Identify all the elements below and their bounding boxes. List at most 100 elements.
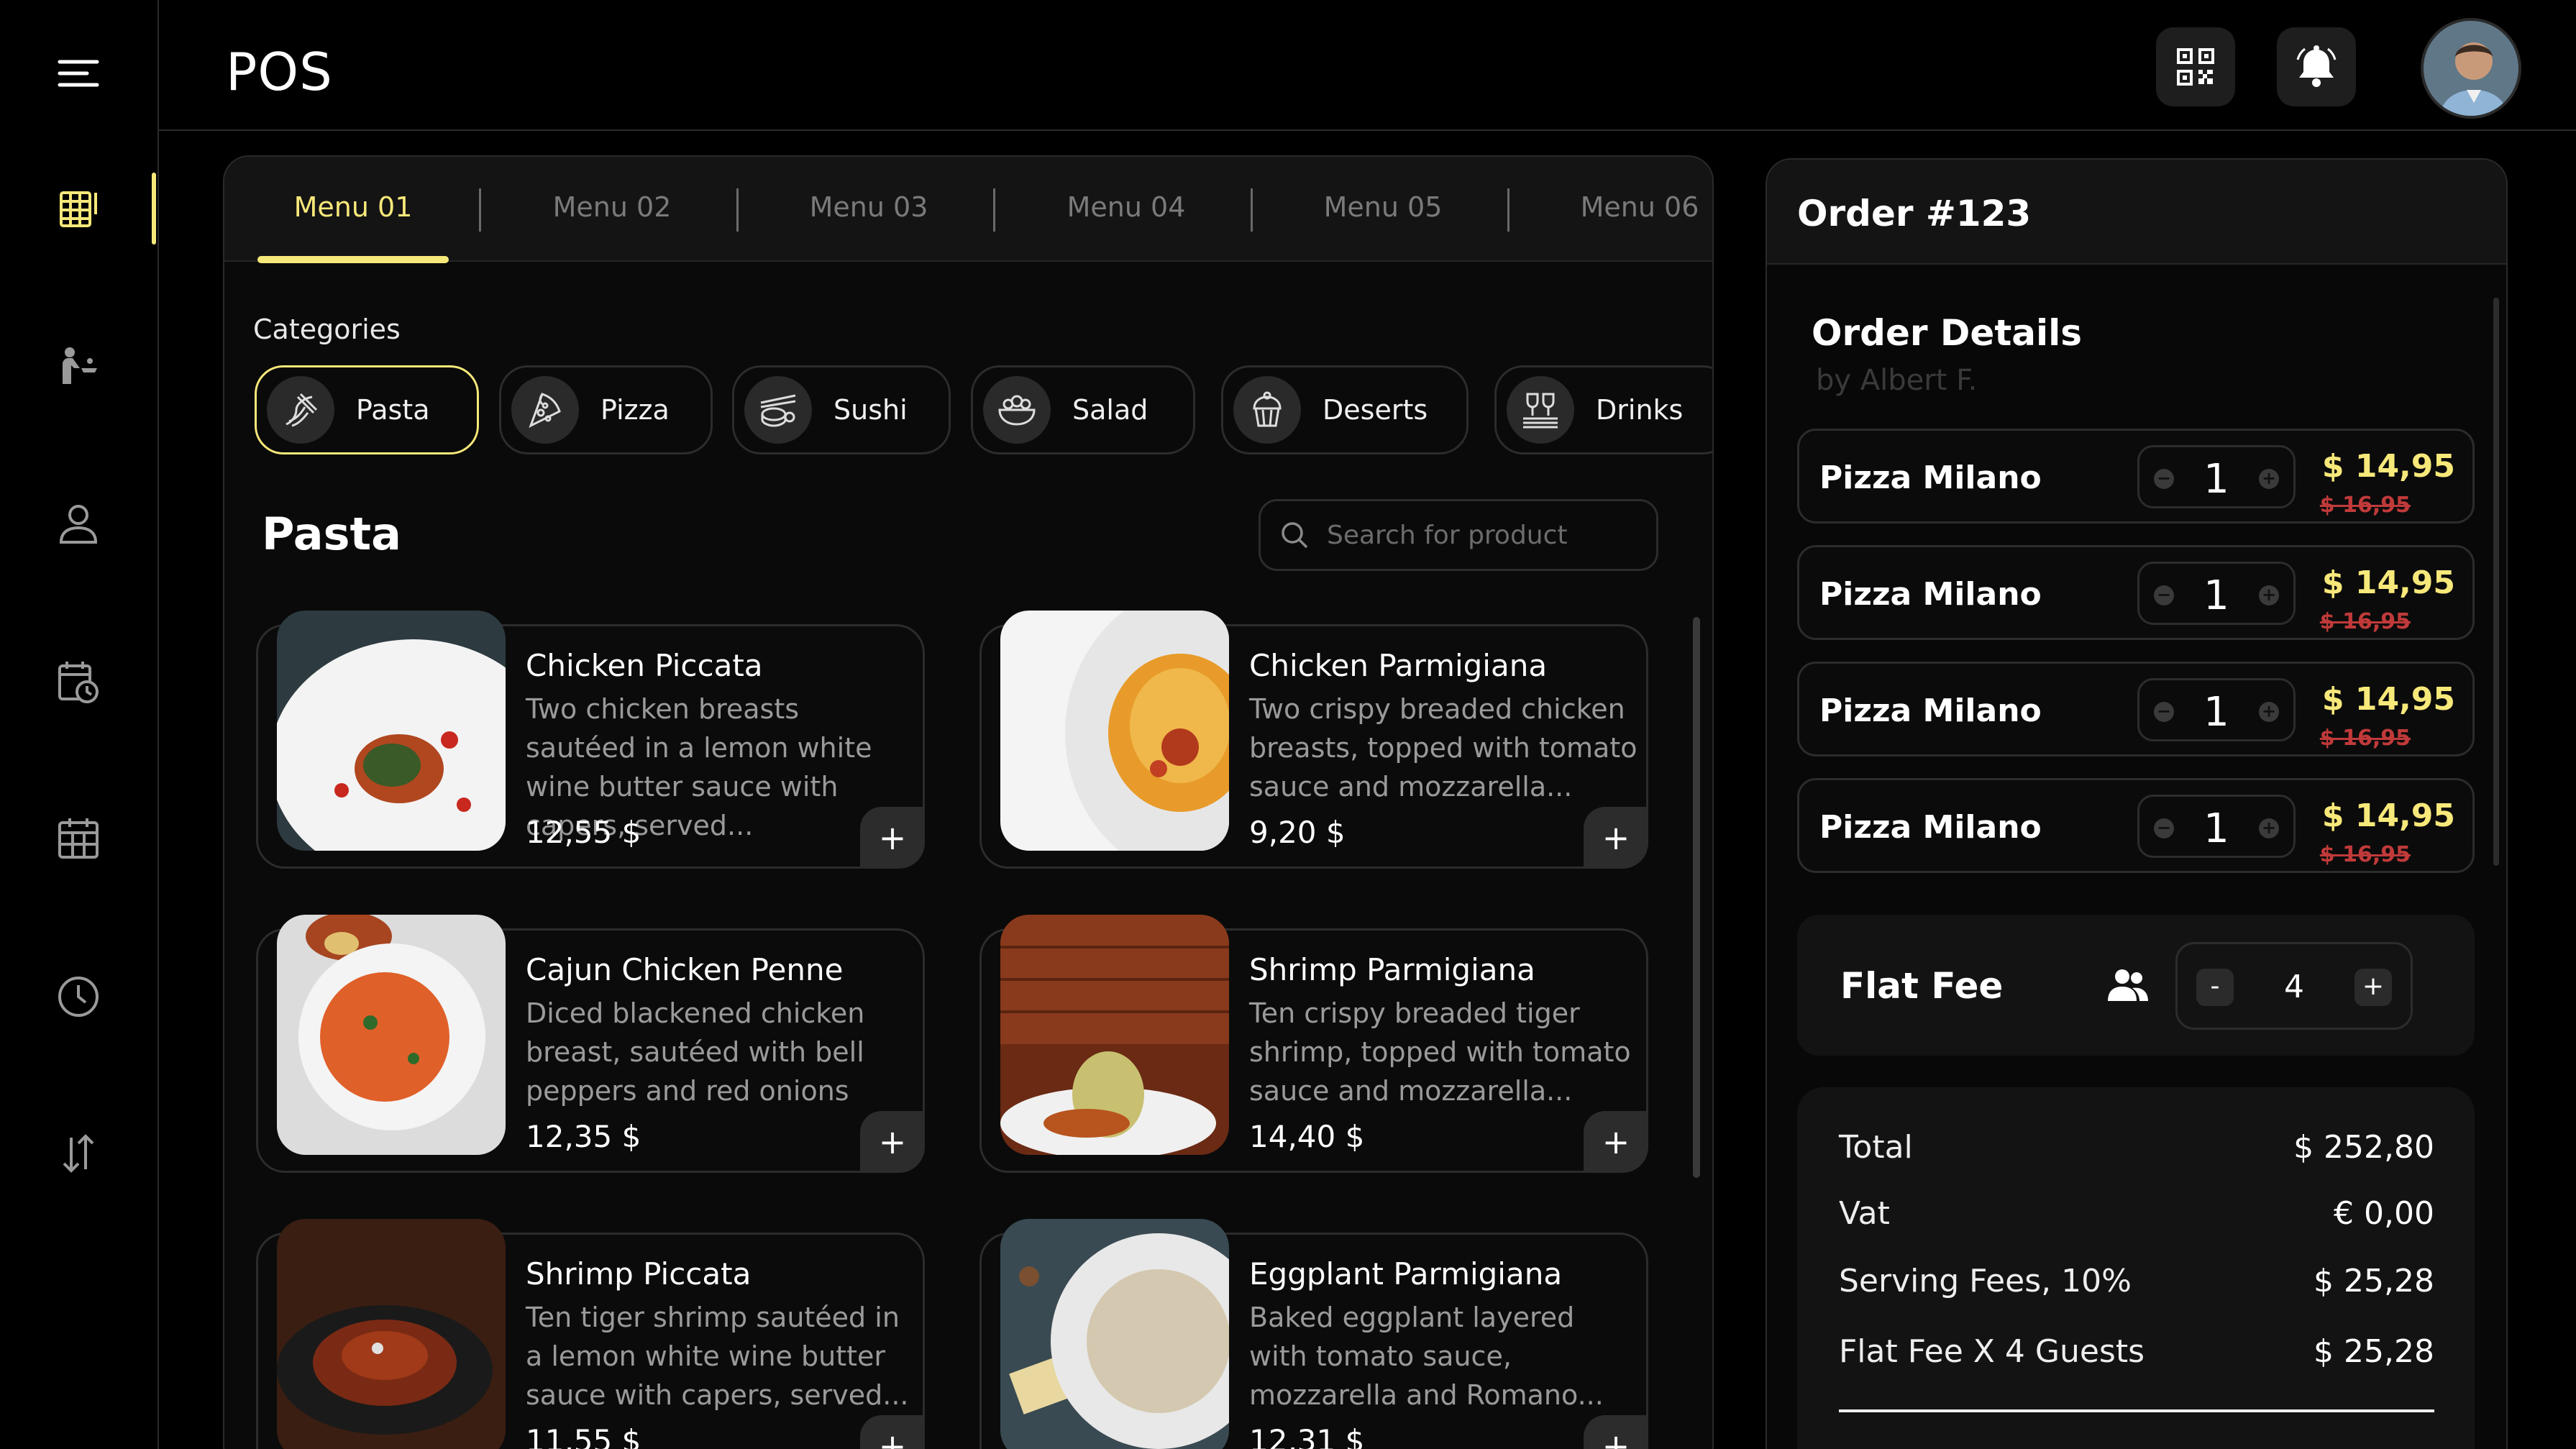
increase-quantity-button[interactable]: + <box>2259 702 2279 722</box>
flat-fee-total-value: $ 25,28 <box>2314 1333 2434 1370</box>
add-to-order-button[interactable]: + <box>1584 1415 1648 1449</box>
order-details-title: Order Details <box>1812 312 2083 354</box>
product-price: 12,35 $ <box>526 1119 641 1154</box>
calendar-clock-icon[interactable] <box>55 659 101 705</box>
order-item[interactable]: Pizza Milano − 1 + $ 14,95 $ 16,95 <box>1797 429 2475 524</box>
quantity-stepper: − 1 + <box>2137 562 2296 625</box>
product-price: 14,40 $ <box>1249 1119 1365 1154</box>
menu-scrollbar[interactable] <box>1693 617 1700 1178</box>
tab-menu-01[interactable]: Menu 01 <box>245 191 461 223</box>
menu-tabs: Menu 01 Menu 02 Menu 03 Menu 04 Menu 05 … <box>224 157 1712 263</box>
order-item-price: $ 14,95 <box>2321 681 2455 718</box>
serving-fees-label: Serving Fees, 10% <box>1839 1263 2132 1299</box>
product-card[interactable]: Chicken Parmigiana Two crispy breaded ch… <box>979 611 1648 869</box>
product-description: Diced blackened chicken breast, sautéed … <box>526 997 865 1107</box>
increase-quantity-button[interactable]: + <box>2259 469 2279 489</box>
add-to-order-button[interactable]: + <box>860 807 925 869</box>
product-price: 12,55 $ <box>526 815 641 850</box>
category-pasta[interactable]: Pasta <box>255 365 479 454</box>
product-description: Ten crispy breaded tiger shrimp, topped … <box>1249 997 1631 1107</box>
order-item[interactable]: Pizza Milano − 1 + $ 14,95 $ 16,95 <box>1797 662 2475 757</box>
sort-arrows-icon[interactable] <box>55 1130 101 1176</box>
product-price: 11,55 $ <box>526 1423 641 1449</box>
pasta-icon <box>267 376 334 444</box>
category-salad[interactable]: Salad <box>971 365 1195 454</box>
avatar[interactable] <box>2421 18 2521 119</box>
order-panel: Order #123 Order Details by Albert F. Pi… <box>1766 158 2508 1449</box>
pizza-icon <box>511 376 579 444</box>
menu-grid-icon[interactable] <box>55 186 101 232</box>
add-to-order-button[interactable]: + <box>860 1415 925 1449</box>
category-deserts[interactable]: Deserts <box>1221 365 1469 454</box>
flat-fee-label: Flat Fee <box>1840 965 2004 1007</box>
category-drinks[interactable]: Drinks <box>1494 365 1712 454</box>
order-item-old-price: $ 16,95 <box>2319 493 2411 518</box>
search-box <box>1259 499 1658 571</box>
flat-fee-section: Flat Fee - 4 + <box>1797 915 2475 1056</box>
product-description: Ten tiger shrimp sautéed in a lemon whit… <box>526 1302 909 1411</box>
waiter-icon[interactable] <box>55 342 101 388</box>
product-card[interactable]: Cajun Chicken Penne Diced blackened chic… <box>256 915 925 1173</box>
add-to-order-button[interactable]: + <box>860 1111 925 1173</box>
hamburger-menu-icon[interactable] <box>55 50 101 96</box>
product-card[interactable]: Shrimp Piccata Ten tiger shrimp sautéed … <box>256 1219 925 1449</box>
product-card[interactable]: Shrimp Parmigiana Ten crispy breaded tig… <box>979 915 1648 1173</box>
order-item-price: $ 14,95 <box>2321 448 2455 485</box>
guests-stepper: - 4 + <box>2175 942 2413 1030</box>
tab-separator <box>1507 188 1509 232</box>
order-item-name: Pizza Milano <box>1819 692 2042 729</box>
total-label: Total <box>1839 1129 1913 1166</box>
order-item-old-price: $ 16,95 <box>2319 609 2411 634</box>
order-scrollbar[interactable] <box>2493 298 2499 866</box>
order-item-old-price: $ 16,95 <box>2319 842 2411 867</box>
category-sushi[interactable]: Sushi <box>732 365 951 454</box>
calendar-icon[interactable] <box>55 815 101 861</box>
product-card[interactable]: Chicken Piccata Two chicken breasts saut… <box>256 611 925 869</box>
category-label: Deserts <box>1323 394 1428 426</box>
product-price: 12,31 $ <box>1249 1423 1365 1449</box>
app-title: POS <box>226 42 333 102</box>
order-item-name: Pizza Milano <box>1819 576 2042 613</box>
product-description: Baked eggplant layered with tomato sauce… <box>1249 1302 1604 1411</box>
add-to-order-button[interactable]: + <box>1584 1111 1648 1173</box>
tab-menu-04[interactable]: Menu 04 <box>1018 191 1234 223</box>
product-image <box>1000 1219 1229 1449</box>
category-pizza[interactable]: Pizza <box>499 365 713 454</box>
product-card[interactable]: Eggplant Parmigiana Baked eggplant layer… <box>979 1219 1648 1449</box>
notifications-button[interactable] <box>2277 27 2356 106</box>
add-to-order-button[interactable]: + <box>1584 807 1648 869</box>
search-input[interactable] <box>1327 520 1643 550</box>
quantity-stepper: − 1 + <box>2137 678 2296 741</box>
categories-label: Categories <box>253 314 401 345</box>
order-author: by Albert F. <box>1816 364 1978 397</box>
order-item[interactable]: Pizza Milano − 1 + $ 14,95 $ 16,95 <box>1797 545 2475 640</box>
clock-icon[interactable] <box>55 974 101 1020</box>
user-icon[interactable] <box>55 500 101 547</box>
tab-menu-05[interactable]: Menu 05 <box>1275 191 1491 223</box>
product-name: Shrimp Piccata <box>526 1256 752 1292</box>
tab-separator <box>479 188 481 232</box>
order-item-price: $ 14,95 <box>2321 564 2455 601</box>
vat-value: € 0,00 <box>2334 1195 2434 1232</box>
totals-divider <box>1839 1409 2434 1412</box>
category-label: Sushi <box>833 394 908 426</box>
tab-menu-03[interactable]: Menu 03 <box>761 191 977 223</box>
product-image <box>1000 915 1229 1155</box>
increase-quantity-button[interactable]: + <box>2259 585 2279 605</box>
flat-fee-total-label: Flat Fee X 4 Guests <box>1839 1333 2145 1370</box>
qr-code-button[interactable] <box>2156 27 2235 106</box>
increase-quantity-button[interactable]: + <box>2259 818 2279 838</box>
serving-fees-value: $ 25,28 <box>2314 1263 2434 1299</box>
search-icon <box>1282 522 1308 549</box>
increase-guests-button[interactable]: + <box>2355 969 2392 1006</box>
guests-icon <box>2108 969 2148 1001</box>
product-description: Two crispy breaded chicken breasts, topp… <box>1249 693 1638 803</box>
product-image <box>277 1219 506 1449</box>
menu-panel: Menu 01 Menu 02 Menu 03 Menu 04 Menu 05 … <box>223 155 1714 1449</box>
order-item-name: Pizza Milano <box>1819 809 2042 846</box>
order-item[interactable]: Pizza Milano − 1 + $ 14,95 $ 16,95 <box>1797 778 2475 873</box>
order-title: Order #123 <box>1797 193 2032 234</box>
tab-menu-02[interactable]: Menu 02 <box>504 191 720 223</box>
tab-menu-06[interactable]: Menu 06 <box>1532 191 1712 223</box>
quantity-stepper: − 1 + <box>2137 795 2296 858</box>
